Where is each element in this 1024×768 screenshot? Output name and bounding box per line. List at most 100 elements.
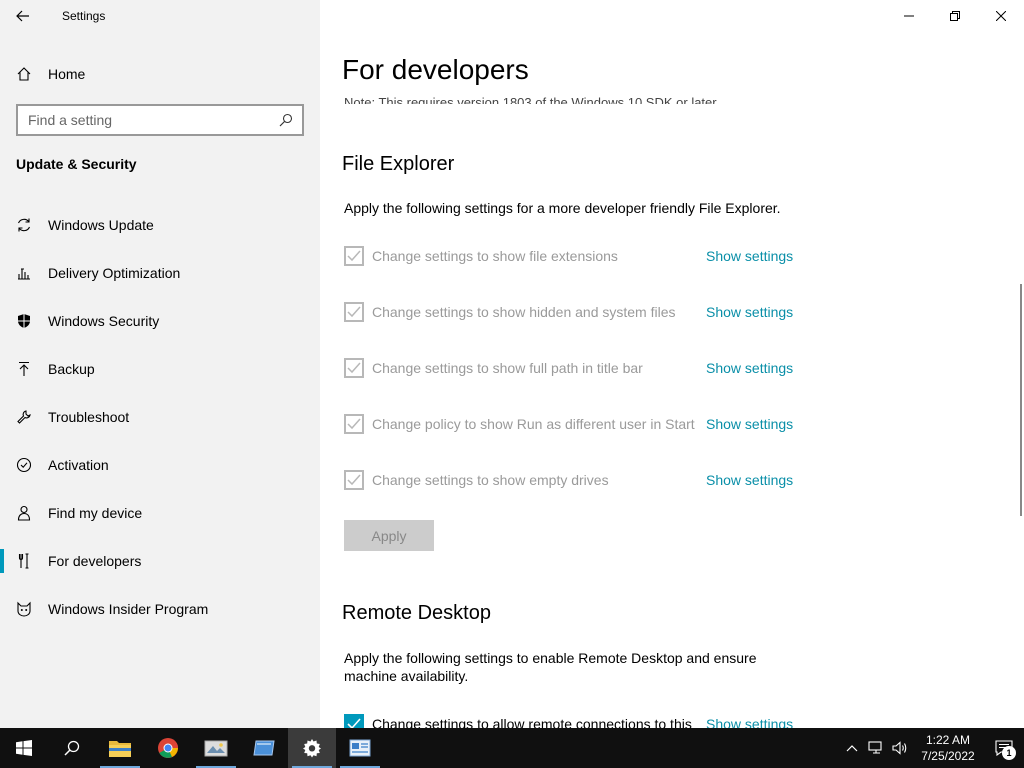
sidebar-item-label: Delivery Optimization bbox=[48, 265, 181, 281]
sidebar: Settings Home Update & Security Windows … bbox=[0, 0, 320, 728]
back-arrow-icon bbox=[16, 10, 29, 22]
remote-desktop-description: Apply the following settings to enable R… bbox=[344, 650, 757, 684]
option-remote-connections: Change settings to allow remote connecti… bbox=[344, 712, 804, 728]
folder-icon bbox=[109, 741, 131, 757]
sidebar-item-label: Troubleshoot bbox=[48, 409, 130, 425]
chrome-taskbar-button[interactable] bbox=[144, 728, 192, 768]
option-label: Change settings to allow remote connecti… bbox=[372, 716, 692, 728]
home-label: Home bbox=[48, 66, 86, 82]
sidebar-item-label: Windows Update bbox=[48, 217, 154, 233]
checkbox[interactable] bbox=[344, 470, 364, 490]
close-button[interactable] bbox=[978, 0, 1024, 32]
sidebar-item-find-my-device[interactable]: Find my device bbox=[0, 489, 320, 537]
clock-date: 7/25/2022 bbox=[921, 749, 975, 763]
app2-taskbar-button[interactable] bbox=[240, 728, 288, 768]
chrome-icon bbox=[158, 738, 179, 758]
clock[interactable]: 1:22 AM 7/25/2022 bbox=[912, 732, 984, 764]
wrench-icon bbox=[0, 409, 48, 425]
option-hidden-files: Change settings to show hidden and syste… bbox=[344, 300, 804, 324]
clock-time: 1:22 AM bbox=[925, 733, 971, 747]
checkbox[interactable] bbox=[344, 302, 364, 322]
insider-cat-icon bbox=[0, 601, 48, 617]
settings-taskbar-button[interactable] bbox=[288, 728, 336, 768]
checkmark-icon bbox=[347, 718, 361, 728]
home-icon bbox=[0, 66, 48, 82]
back-button[interactable] bbox=[0, 0, 46, 32]
checkmark-icon bbox=[347, 474, 361, 486]
scrollbar[interactable] bbox=[1020, 284, 1022, 516]
window-controls bbox=[886, 0, 1024, 32]
apply-button[interactable]: Apply bbox=[344, 520, 434, 551]
volume-icon[interactable] bbox=[888, 728, 912, 768]
close-icon bbox=[996, 11, 1006, 21]
option-label: Change settings to show hidden and syste… bbox=[372, 304, 676, 320]
sidebar-item-windows-update[interactable]: Windows Update bbox=[0, 201, 320, 249]
app-taskbar-button[interactable] bbox=[192, 728, 240, 768]
checkbox[interactable] bbox=[344, 414, 364, 434]
app3-taskbar-button[interactable] bbox=[336, 728, 384, 768]
network-icon[interactable] bbox=[864, 728, 888, 768]
file-explorer-taskbar-button[interactable] bbox=[96, 728, 144, 768]
sidebar-item-label: Activation bbox=[48, 457, 109, 473]
remote-desktop-heading: Remote Desktop bbox=[342, 602, 491, 624]
search-icon bbox=[64, 740, 80, 756]
windows-logo-icon bbox=[16, 740, 32, 756]
option-empty-drives: Change settings to show empty drives Sho… bbox=[344, 468, 804, 492]
sidebar-item-backup[interactable]: Backup bbox=[0, 345, 320, 393]
home-nav-item[interactable]: Home bbox=[0, 56, 320, 92]
show-settings-link[interactable]: Show settings bbox=[706, 304, 793, 320]
sidebar-item-windows-insider-program[interactable]: Windows Insider Program bbox=[0, 585, 320, 633]
search-taskbar-button[interactable] bbox=[48, 728, 96, 768]
search-icon[interactable] bbox=[278, 112, 294, 128]
sync-icon bbox=[0, 217, 48, 233]
restore-button[interactable] bbox=[932, 0, 978, 32]
show-settings-link[interactable]: Show settings bbox=[706, 416, 793, 432]
sidebar-item-label: Windows Insider Program bbox=[48, 601, 209, 617]
checkmark-icon bbox=[347, 362, 361, 374]
sidebar-item-for-developers[interactable]: For developers bbox=[0, 537, 320, 585]
show-settings-link[interactable]: Show settings bbox=[706, 472, 793, 488]
sidebar-item-label: Find my device bbox=[48, 505, 143, 521]
nav-list: Windows Update Delivery Optimization Win… bbox=[0, 201, 320, 633]
checkbox[interactable] bbox=[344, 246, 364, 266]
control-panel-icon bbox=[349, 739, 371, 757]
sidebar-item-delivery-optimization[interactable]: Delivery Optimization bbox=[0, 249, 320, 297]
checkmark-icon bbox=[347, 306, 361, 318]
sidebar-item-windows-security[interactable]: Windows Security bbox=[0, 297, 320, 345]
start-button[interactable] bbox=[0, 728, 48, 768]
search-box[interactable] bbox=[16, 104, 304, 136]
option-full-path: Change settings to show full path in tit… bbox=[344, 356, 804, 380]
taskbar: 1:22 AM 7/25/2022 1 bbox=[0, 728, 1024, 768]
minimize-icon bbox=[904, 15, 914, 17]
section-heading: Update & Security bbox=[16, 156, 137, 172]
file-explorer-heading: File Explorer bbox=[342, 153, 455, 175]
sidebar-item-label: For developers bbox=[48, 553, 142, 569]
checkbox[interactable] bbox=[344, 358, 364, 378]
sidebar-item-label: Backup bbox=[48, 361, 95, 377]
system-tray: 1:22 AM 7/25/2022 1 bbox=[840, 728, 1024, 768]
checkbox[interactable] bbox=[344, 714, 364, 728]
sidebar-item-troubleshoot[interactable]: Troubleshoot bbox=[0, 393, 320, 441]
sdk-note: Note: This requires version 1803 of the … bbox=[344, 95, 720, 104]
person-icon bbox=[0, 505, 48, 521]
search-input[interactable] bbox=[28, 112, 278, 128]
developer-icon bbox=[0, 553, 48, 569]
show-settings-link[interactable]: Show settings bbox=[706, 360, 793, 376]
action-center-button[interactable]: 1 bbox=[984, 728, 1024, 768]
page-title: For developers bbox=[342, 54, 529, 85]
photo-app-icon bbox=[204, 740, 228, 757]
restore-icon bbox=[950, 11, 960, 21]
option-label: Change settings to show full path in tit… bbox=[372, 360, 643, 376]
file-explorer-description: Apply the following settings for a more … bbox=[344, 200, 781, 216]
window-app-icon bbox=[253, 740, 275, 756]
title-bar: Settings bbox=[0, 0, 320, 32]
sidebar-item-activation[interactable]: Activation bbox=[0, 441, 320, 489]
show-settings-link[interactable]: Show settings bbox=[706, 716, 793, 728]
shield-icon bbox=[0, 313, 48, 329]
delivery-icon bbox=[0, 265, 48, 281]
show-settings-link[interactable]: Show settings bbox=[706, 248, 793, 264]
gear-icon bbox=[303, 739, 321, 758]
minimize-button[interactable] bbox=[886, 0, 932, 32]
window-title: Settings bbox=[62, 9, 106, 23]
chevron-up-icon[interactable] bbox=[840, 728, 864, 768]
